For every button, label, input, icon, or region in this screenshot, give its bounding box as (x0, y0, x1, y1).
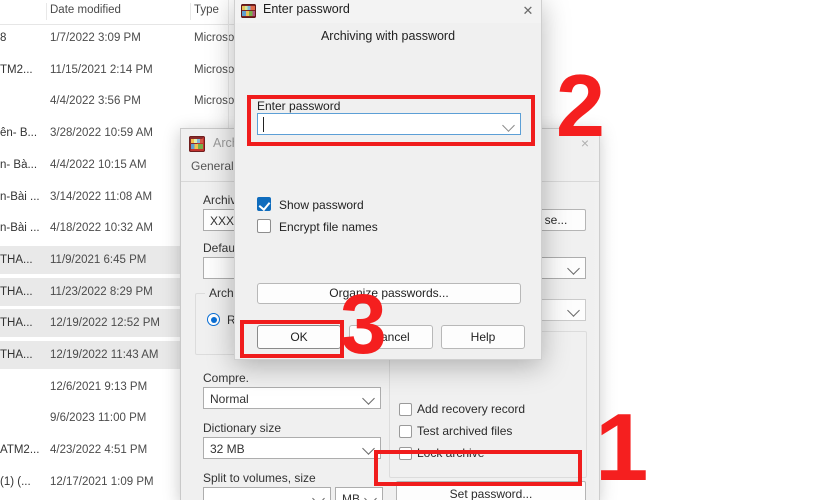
organize-passwords-button[interactable]: Organize passwords... (257, 283, 521, 304)
date-modified-cell: 1/7/2022 3:09 PM (50, 32, 141, 44)
winrar-app-icon (189, 136, 205, 152)
date-modified-cell: 4/23/2022 4:51 PM (50, 444, 148, 457)
file-name-cell: THÁ... (0, 285, 33, 298)
radio-rar[interactable] (207, 313, 220, 326)
column-header-date[interactable]: Date modified (50, 4, 121, 16)
winrar-app-icon (241, 4, 256, 18)
date-modified-cell: 12/19/2022 12:52 PM (50, 317, 160, 330)
column-divider (46, 3, 47, 20)
file-name-cell: THÁ... (0, 253, 33, 266)
label-show-password: Show password (279, 198, 364, 212)
checkbox-show-password[interactable] (257, 197, 271, 211)
checkbox-test-archived-files[interactable] (399, 425, 412, 438)
date-modified-cell: 4/18/2022 10:32 AM (50, 222, 153, 235)
date-modified-cell: 4/4/2022 3:56 PM (50, 95, 141, 108)
annotation-number-3: 3 (340, 277, 387, 371)
file-name-cell: THÁ... (0, 317, 33, 330)
checkbox-encrypt-file-names[interactable] (257, 219, 271, 233)
file-name-cell: ATM2... (0, 444, 40, 457)
file-name-cell: 8 (0, 32, 7, 44)
chevron-down-icon (567, 262, 580, 275)
file-name-cell: n- Bà... (0, 158, 38, 171)
table-row[interactable]: 4/4/2022 3:56 PM Microso (0, 87, 236, 116)
date-modified-cell: 12/17/2021 1:09 PM (50, 475, 154, 488)
label-test-archived-files: Test archived files (417, 424, 513, 438)
column-divider (190, 3, 191, 20)
highlight-ok-button (240, 320, 344, 358)
annotation-number-1: 1 (595, 394, 648, 500)
password-dialog-heading: Archiving with password (320, 29, 456, 43)
tab-general[interactable]: General (191, 159, 234, 173)
highlight-set-password (374, 450, 582, 486)
file-list-header: Date modified Type (0, 0, 236, 25)
split-volumes-input[interactable] (203, 487, 331, 500)
split-volumes-label: Split to volumes, size (203, 471, 316, 485)
date-modified-cell: 3/14/2022 11:08 AM (50, 190, 153, 203)
label-encrypt-file-names: Encrypt file names (279, 220, 378, 234)
date-modified-cell: 11/15/2021 2:14 PM (50, 63, 153, 76)
compression-method-select[interactable]: Normal (203, 387, 381, 409)
dictionary-size-value: 32 MB (210, 442, 245, 456)
chevron-down-icon (364, 492, 377, 500)
chevron-down-icon (312, 492, 325, 500)
column-header-type[interactable]: Type (194, 4, 219, 16)
screenshot-root: Date modified Type 8 1/7/2022 3:09 PM Micr… (0, 0, 840, 500)
file-name-cell: ên- B... (0, 127, 38, 140)
date-modified-cell: 11/23/2022 8:29 PM (50, 285, 153, 298)
chevron-down-icon (567, 304, 580, 317)
date-modified-cell: 3/28/2022 10:59 AM (50, 127, 153, 140)
compression-method-value: Normal (210, 392, 249, 406)
highlight-enter-password (247, 95, 535, 146)
file-name-cell: TM2... (0, 63, 33, 76)
table-row[interactable]: 8 1/7/2022 3:09 PM Microso (0, 24, 236, 53)
file-name-cell: THÁ... (0, 349, 33, 361)
password-dialog-title-bar: Enter password ✕ (235, 0, 541, 23)
dictionary-size-label: Dictionary size (203, 421, 282, 435)
chevron-down-icon (362, 442, 375, 455)
password-dialog-title: Enter password (263, 2, 350, 16)
chevron-down-icon (362, 392, 375, 405)
file-name-cell: n-Bài ... (0, 190, 40, 203)
date-modified-cell: 9/6/2023 11:00 PM (50, 412, 147, 425)
help-button[interactable]: Help (441, 325, 525, 349)
date-modified-cell: 11/9/2021 6:45 PM (50, 253, 147, 266)
date-modified-cell: 12/6/2021 9:13 PM (50, 380, 148, 393)
label-add-recovery-record: Add recovery record (417, 402, 526, 416)
date-modified-cell: 12/19/2022 11:43 AM (50, 349, 159, 361)
dictionary-size-select[interactable]: 32 MB (203, 437, 381, 459)
file-name-cell: (1) (... (0, 475, 31, 488)
date-modified-cell: 4/4/2022 10:15 AM (50, 158, 147, 171)
compression-method-label: Compre. (203, 371, 250, 385)
split-unit-value: MB (342, 492, 360, 500)
split-unit-select[interactable]: MB (335, 487, 383, 500)
close-icon[interactable]: ✕ (517, 0, 539, 22)
checkbox-add-recovery-record[interactable] (399, 403, 412, 416)
annotation-number-2: 2 (556, 56, 605, 155)
table-row[interactable]: TM2... 11/15/2021 2:14 PM Microso (0, 56, 236, 85)
enter-password-dialog: Enter password ✕ Archiving with password… (234, 0, 542, 360)
file-name-cell: n-Bài ... (0, 222, 40, 235)
